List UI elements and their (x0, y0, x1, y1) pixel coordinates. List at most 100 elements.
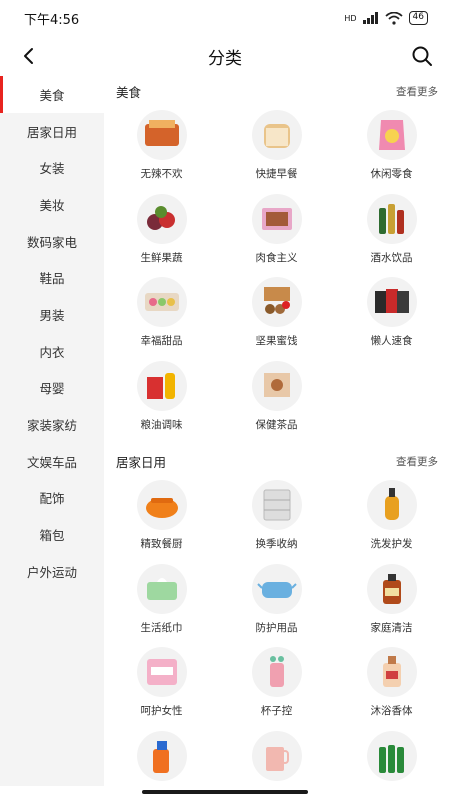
sidebar-item-label: 户外运动 (26, 564, 77, 580)
category-tile[interactable]: 洗发护发 (334, 476, 449, 560)
category-tile[interactable]: 懒人速食 (334, 273, 449, 357)
sidebar-item[interactable]: 箱包 (0, 516, 104, 553)
category-tile[interactable]: 粮油调味 (104, 357, 219, 441)
home-indicator (142, 790, 308, 794)
sidebar-item-label: 母婴 (39, 381, 65, 397)
battery-icon: 46 (408, 11, 428, 25)
category-tile-label: 沐浴香体 (370, 705, 413, 717)
category-tile-label: 坚果蜜饯 (255, 335, 298, 347)
category-tile[interactable]: 无辣不欢 (104, 106, 219, 190)
category-tile[interactable]: 杯子控 (219, 643, 334, 727)
category-tile-label: 肉食主义 (255, 251, 298, 264)
mug-icon (251, 730, 302, 781)
sidebar-item-label: 居家日用 (26, 124, 77, 140)
category-tile[interactable] (104, 727, 219, 787)
category-tile[interactable]: 快捷早餐 (219, 106, 334, 190)
bottles-icon (366, 193, 417, 244)
see-more-link[interactable]: 查看更多 (396, 454, 438, 469)
category-tile-label: 家庭清洁 (370, 621, 413, 634)
sidebar-item[interactable]: 内衣 (0, 333, 104, 370)
category-tile[interactable]: 生活纸巾 (104, 560, 219, 644)
tissue-icon (136, 563, 187, 614)
sidebar-item-label: 家装家纺 (26, 418, 77, 434)
noodle-bags-icon (366, 277, 417, 327)
meat-box-icon (251, 193, 302, 244)
category-tile[interactable]: 保健茶品 (219, 357, 334, 441)
category-tile[interactable]: 呵护女性 (104, 643, 219, 727)
category-tile[interactable]: 肉食主义 (219, 190, 334, 274)
oil-rice-icon (136, 360, 187, 411)
category-tile[interactable] (334, 727, 449, 787)
category-tile[interactable]: 休闲零食 (334, 106, 449, 190)
section-header: 居家日用 查看更多 (104, 446, 450, 476)
signal-label: HD (344, 13, 357, 23)
category-tile-label: 酒水饮品 (370, 251, 413, 264)
category-tile[interactable]: 生鲜果蔬 (104, 190, 219, 274)
status-icons: HD 46 (344, 11, 428, 25)
chevron-left-icon (24, 48, 33, 64)
category-tile[interactable]: 换季收纳 (219, 476, 334, 560)
category-tile-label: 精致餐厨 (140, 538, 183, 550)
sidebar-item[interactable]: 配饰 (0, 480, 104, 517)
category-tile-label: 洗发护发 (370, 538, 413, 550)
tea-icon (251, 360, 302, 411)
see-more-link[interactable]: 查看更多 (396, 84, 438, 99)
category-tile[interactable]: 酒水饮品 (334, 190, 449, 274)
beer-bottles-icon (366, 730, 417, 781)
category-sidebar: 美食居家日用女装美妆数码家电鞋品男装内衣母婴家装家纺文娱车品配饰箱包户外运动 (0, 76, 104, 786)
status-bar: 下午4:56 HD 46 (0, 0, 450, 36)
pad-pack-icon (136, 647, 187, 697)
category-grid: 无辣不欢 快捷早餐 休闲零食生鲜果蔬 肉食主义 酒水饮品幸福甜品 坚果蜜饯 懒人速食粮油调味… (104, 106, 450, 440)
macaron-icon (136, 277, 187, 327)
search-icon (412, 46, 432, 66)
mask-icon (251, 563, 302, 614)
status-time: 下午4:56 (24, 12, 80, 28)
signal-icon (362, 12, 378, 24)
category-tile[interactable]: 家庭清洁 (334, 560, 449, 644)
sidebar-item[interactable]: 母婴 (0, 370, 104, 407)
sidebar-item-label: 女装 (39, 161, 65, 177)
fruit-icon (136, 193, 187, 244)
category-tile-label: 粮油调味 (140, 418, 183, 431)
sidebar-item[interactable]: 鞋品 (0, 259, 104, 296)
sidebar-item[interactable]: 美食 (0, 76, 104, 113)
wifi-icon (384, 11, 403, 25)
spray-bottle-icon (136, 730, 187, 781)
sidebar-item[interactable]: 数码家电 (0, 223, 104, 260)
sidebar-item-label: 箱包 (39, 528, 65, 544)
sidebar-item[interactable]: 文娱车品 (0, 443, 104, 480)
sidebar-item-label: 数码家电 (26, 234, 77, 250)
category-tile[interactable] (219, 727, 334, 787)
snack-bag-icon (366, 110, 417, 160)
spicy-snack-icon (136, 110, 187, 160)
category-tile[interactable]: 防护用品 (219, 560, 334, 644)
category-tile[interactable]: 幸福甜品 (104, 273, 219, 357)
category-tile-label: 无辣不欢 (140, 168, 183, 180)
sidebar-item-label: 鞋品 (39, 271, 65, 287)
sidebar-item[interactable]: 女装 (0, 149, 104, 186)
sidebar-item-label: 内衣 (39, 344, 65, 360)
category-tile[interactable]: 精致餐厨 (104, 476, 219, 560)
sidebar-item[interactable]: 家装家纺 (0, 406, 104, 443)
category-tile[interactable]: 坚果蜜饯 (219, 273, 334, 357)
sidebar-item[interactable]: 户外运动 (0, 553, 104, 590)
category-tile-label: 呵护女性 (140, 705, 183, 717)
back-button[interactable] (14, 42, 42, 70)
section-title: 美食 (116, 84, 142, 100)
search-button[interactable] (408, 42, 436, 70)
category-tile-label: 生活纸巾 (140, 621, 183, 634)
page-title: 分类 (208, 48, 242, 69)
category-tile-label: 防护用品 (255, 621, 298, 634)
category-tile-label: 换季收纳 (255, 538, 298, 550)
sidebar-item[interactable]: 美妆 (0, 186, 104, 223)
sidebar-item[interactable]: 男装 (0, 296, 104, 333)
sidebar-item-label: 文娱车品 (26, 454, 77, 470)
category-tile[interactable]: 沐浴香体 (334, 643, 449, 727)
category-tile-label: 生鲜果蔬 (140, 251, 183, 264)
nav-bar: 分类 (0, 36, 450, 76)
bodywash-icon (366, 647, 417, 697)
nuts-icon (251, 277, 302, 327)
sidebar-item[interactable]: 居家日用 (0, 113, 104, 150)
sidebar-item-label: 配饰 (39, 491, 65, 507)
disinfectant-icon (366, 563, 417, 614)
